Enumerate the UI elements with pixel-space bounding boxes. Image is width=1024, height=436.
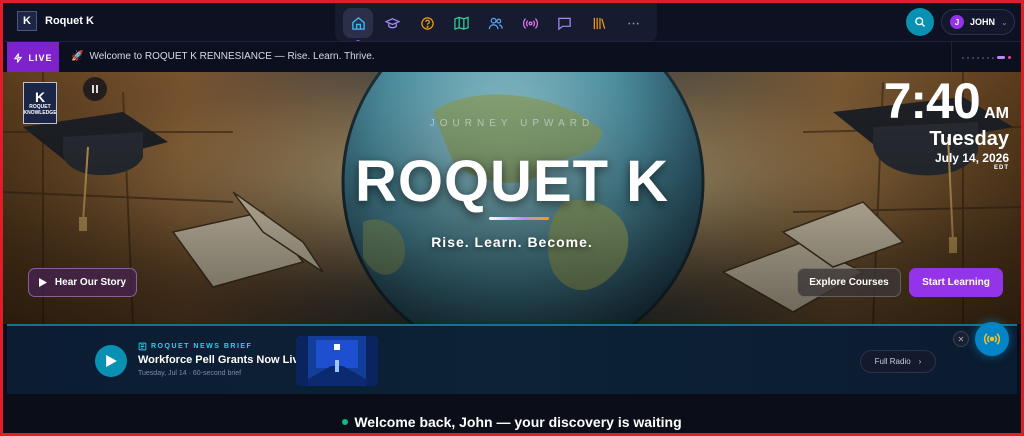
avatar: J — [950, 15, 964, 29]
nav-community[interactable] — [481, 8, 511, 38]
ticker-pagination[interactable] — [951, 42, 1021, 73]
news-thumbnail-image — [296, 336, 378, 386]
nav-chat[interactable] — [550, 8, 580, 38]
hero-title: ROQUET K — [354, 149, 670, 214]
pause-button[interactable] — [83, 77, 107, 101]
more-icon — [628, 22, 639, 24]
broadcast-icon — [522, 17, 538, 29]
nav-help[interactable] — [412, 8, 442, 38]
start-learning-button[interactable]: Start Learning — [909, 268, 1003, 297]
play-icon — [38, 278, 47, 287]
search-icon — [915, 17, 925, 27]
close-icon: ✕ — [957, 334, 965, 344]
lightning-icon — [14, 52, 23, 63]
hero-tagline: Rise. Learn. Become. — [431, 234, 593, 250]
chevron-down-icon: ⌄ — [1001, 17, 1008, 27]
radio-floating-button[interactable] — [975, 322, 1009, 356]
explore-courses-button[interactable]: Explore Courses — [797, 268, 901, 297]
nav-home[interactable] — [343, 8, 374, 44]
chevron-right-icon: › — [918, 357, 922, 366]
ticker-message[interactable]: 🚀 Welcome to ROQUET K RENNESIANCE — Rise… — [71, 51, 375, 62]
graduation-cap-icon — [385, 17, 401, 28]
user-menu-button[interactable]: J JOHN ⌄ — [941, 9, 1015, 35]
news-eyebrow: ROQUET NEWS BRIEF — [138, 342, 252, 351]
welcome-section: Welcome back, John — your discovery is w… — [7, 394, 1017, 433]
chat-icon — [558, 17, 572, 30]
news-play-button[interactable] — [95, 345, 127, 377]
nav-more[interactable] — [619, 8, 649, 38]
nav-map[interactable] — [447, 8, 477, 38]
user-name: JOHN — [970, 17, 996, 27]
news-subtitle: Tuesday, Jul 14 · 60-second brief — [138, 370, 242, 377]
brand-name: Roquet K — [45, 15, 94, 27]
hero-banner: K ROQUET KNOWLEDGE 7:40 AM Tuesday July … — [3, 72, 1021, 324]
play-icon — [105, 355, 117, 367]
live-badge: LIVE — [7, 42, 59, 73]
help-circle-icon — [420, 16, 434, 30]
news-title[interactable]: Workforce Pell Grants Now Live — [138, 354, 305, 366]
hear-our-story-button[interactable]: Hear Our Story — [28, 268, 137, 297]
nav-courses[interactable] — [378, 8, 408, 38]
users-icon — [489, 17, 504, 29]
top-nav: K Roquet K J JOHN ⌄ — [3, 3, 1021, 44]
map-icon — [454, 16, 469, 30]
hero-eyebrow: JOURNEY UPWARD — [429, 118, 595, 129]
ticker-message-text: Welcome to ROQUET K RENNESIANCE — Rise. … — [89, 51, 375, 62]
news-thumbnail[interactable] — [296, 336, 378, 386]
library-icon — [593, 17, 606, 29]
pause-icon — [91, 80, 99, 98]
live-label: LIVE — [28, 52, 53, 63]
search-button[interactable] — [906, 8, 934, 36]
nav-library[interactable] — [584, 8, 614, 38]
main-nav — [335, 3, 657, 44]
nav-radio[interactable] — [515, 8, 545, 38]
radio-waves-icon — [984, 333, 1000, 345]
brand[interactable]: K Roquet K — [17, 11, 94, 31]
live-ticker: LIVE 🚀 Welcome to ROQUET K RENNESIANCE —… — [3, 41, 1021, 73]
full-radio-button[interactable]: Full Radio › — [860, 350, 936, 373]
rocket-icon: 🚀 — [71, 51, 84, 62]
welcome-message: Welcome back, John — your discovery is w… — [7, 414, 1017, 430]
news-brief-player: ROQUET NEWS BRIEF Workforce Pell Grants … — [7, 322, 1017, 394]
status-dot — [342, 419, 349, 425]
newspaper-icon — [138, 342, 147, 351]
close-news-button[interactable]: ✕ — [953, 331, 969, 347]
home-icon — [351, 16, 365, 30]
title-underline — [489, 217, 549, 220]
brand-logo: K — [17, 11, 37, 31]
